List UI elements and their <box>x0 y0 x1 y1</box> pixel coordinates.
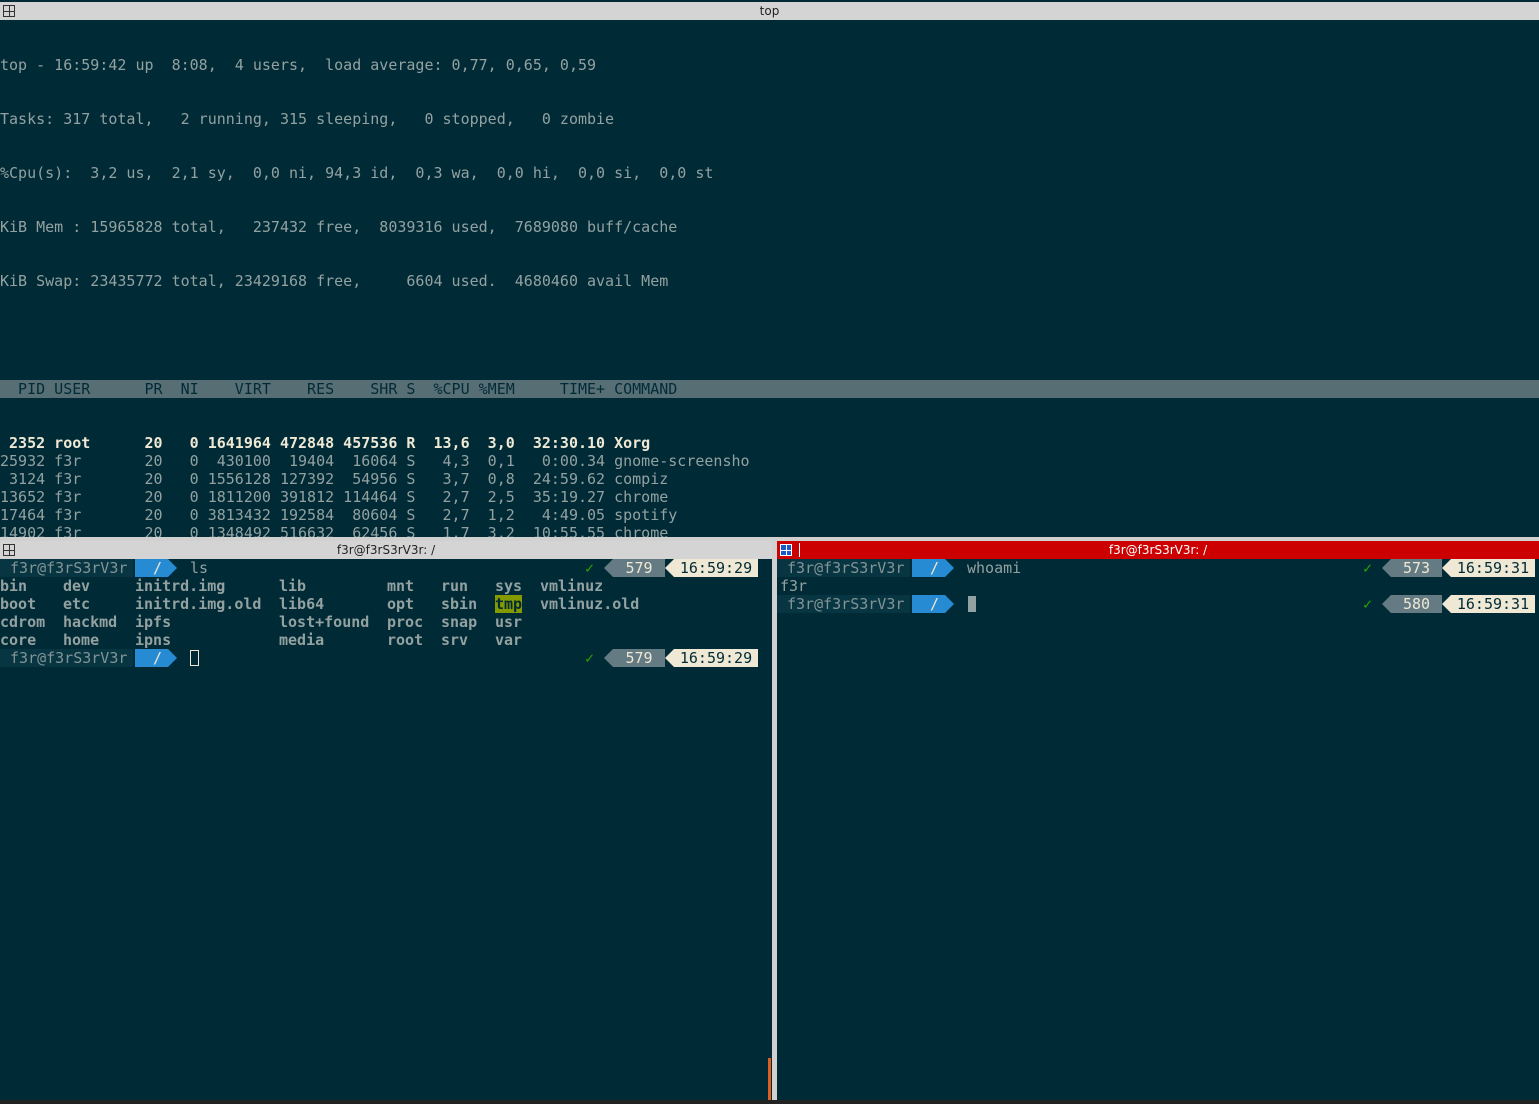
left-prompt-1: f3r@f3rS3rV3r / ls ✓ 579 16:59:29 <box>0 559 768 577</box>
prompt-user: f3r@f3rS3rV3r <box>0 649 134 667</box>
terminal-cursor <box>190 650 199 666</box>
ls-entry: proc <box>387 613 424 631</box>
checkmark-icon: ✓ <box>1363 559 1373 577</box>
checkmark-icon: ✓ <box>585 649 595 667</box>
left-prompt-2: f3r@f3rS3rV3r / ✓ 579 16:59:29 <box>0 649 768 667</box>
ls-entry: sbin <box>441 595 478 613</box>
ls-entry: boot <box>0 595 37 613</box>
ls-entry: vmlinuz.old <box>540 595 640 613</box>
prompt-dir: / <box>912 595 955 613</box>
process-list: 2352 root 20 0 1641964 472848 457536 R 1… <box>0 434 1539 537</box>
ls-entry: lib <box>279 577 307 595</box>
ls-entry: sys <box>495 577 523 595</box>
right-prompt-1: f3r@f3rS3rV3r / whoami ✓ 573 16:59:31 <box>777 559 1539 577</box>
prompt-time: 16:59:31 <box>1442 559 1535 577</box>
titlebar-separator <box>799 543 800 557</box>
ls-entry: initrd.img.old <box>135 595 262 613</box>
window-menu-icon[interactable] <box>3 544 15 556</box>
prompt-time: 16:59:29 <box>665 649 758 667</box>
right-terminal-titlebar[interactable]: f3r@f3rS3rV3r: / <box>777 541 1539 559</box>
ls-entry: root <box>387 631 424 649</box>
right-prompt-2: f3r@f3rS3rV3r / ✓ 580 16:59:31 <box>777 595 1539 613</box>
top-window-title: top <box>759 4 780 18</box>
ls-entry: lib64 <box>279 595 325 613</box>
history-number: 580 <box>1382 595 1442 613</box>
desktop: top top - 16:59:42 up 8:08, 4 users, loa… <box>0 0 1539 1104</box>
swap-line: KiB Swap: 23435772 total, 23429168 free,… <box>0 272 669 290</box>
ls-entry: lost+found <box>279 613 370 631</box>
window-menu-icon[interactable] <box>3 5 15 17</box>
ls-entry: ipns <box>135 631 172 649</box>
mem-line: KiB Mem : 15965828 total, 237432 free, 8… <box>0 218 678 236</box>
terminal-cursor <box>968 596 976 612</box>
prompt-command: whoami <box>967 559 1022 577</box>
ls-entry: var <box>495 631 523 649</box>
ls-entry: srv <box>441 631 469 649</box>
ls-entry: bin <box>0 577 28 595</box>
ls-entry: mnt <box>387 577 415 595</box>
process-row: 17464 f3r 20 0 3813432 192584 80604 S 2,… <box>0 506 678 524</box>
history-number: 573 <box>1382 559 1442 577</box>
left-terminal-title: f3r@f3rS3rV3r: / <box>336 543 436 557</box>
process-row: 14902 f3r 20 0 1348492 516632 62456 S 1,… <box>0 524 669 537</box>
ls-entry: usr <box>495 613 523 631</box>
prompt-dir: / <box>912 559 955 577</box>
left-terminal[interactable]: f3r@f3rS3rV3r / ls ✓ 579 16:59:29 bin dev… <box>0 559 768 1100</box>
ls-entry: snap <box>441 613 478 631</box>
top-terminal[interactable]: top - 16:59:42 up 8:08, 4 users, load av… <box>0 20 1539 537</box>
ls-entry: media <box>279 631 325 649</box>
ls-entry: hackmd <box>63 613 118 631</box>
ls-entry: dev <box>63 577 91 595</box>
right-terminal[interactable]: f3r@f3rS3rV3r / whoami ✓ 573 16:59:31 f3… <box>777 559 1539 1100</box>
tasks-line: Tasks: 317 total, 2 running, 315 sleepin… <box>0 110 615 128</box>
command-output: f3r <box>780 577 808 595</box>
ls-entry: core <box>0 631 37 649</box>
bottom-panel <box>0 1100 1539 1104</box>
top-window-titlebar[interactable]: top <box>0 2 1539 20</box>
prompt-user: f3r@f3rS3rV3r <box>777 595 911 613</box>
prompt-time: 16:59:31 <box>1442 595 1535 613</box>
process-table-header: PID USER PR NI VIRT RES SHR S %CPU %MEM … <box>0 380 1539 398</box>
checkmark-icon: ✓ <box>585 559 595 577</box>
prompt-command: ls <box>190 559 209 577</box>
history-number: 579 <box>604 559 665 577</box>
prompt-user: f3r@f3rS3rV3r <box>0 559 134 577</box>
process-row: 25932 f3r 20 0 430100 19404 16064 S 4,3 … <box>0 452 750 470</box>
checkmark-icon: ✓ <box>1363 595 1373 613</box>
process-row: 2352 root 20 0 1641964 472848 457536 R 1… <box>0 434 651 452</box>
ls-entry: initrd.img <box>135 577 226 595</box>
ls-entry: etc <box>63 595 91 613</box>
prompt-time: 16:59:29 <box>665 559 758 577</box>
ls-entry: cdrom <box>0 613 46 631</box>
ls-entry: ipfs <box>135 613 172 631</box>
process-row: 13652 f3r 20 0 1811200 391812 114464 S 2… <box>0 488 669 506</box>
cpu-line: %Cpu(s): 3,2 us, 2,1 sy, 0,0 ni, 94,3 id… <box>0 164 714 182</box>
ls-entry: tmp <box>495 595 523 613</box>
uptime-line: top - 16:59:42 up 8:08, 4 users, load av… <box>0 56 597 74</box>
history-number: 579 <box>604 649 665 667</box>
prompt-dir: / <box>135 649 178 667</box>
left-terminal-titlebar[interactable]: f3r@f3rS3rV3r: / <box>0 541 772 559</box>
prompt-dir: / <box>135 559 178 577</box>
ls-entry: home <box>63 631 100 649</box>
ls-output: bin dev initrd.img lib mnt run sys vmlinuz boot e… <box>0 577 768 649</box>
ls-entry: vmlinuz <box>540 577 604 595</box>
ls-entry: run <box>441 577 469 595</box>
prompt-user: f3r@f3rS3rV3r <box>777 559 911 577</box>
process-row: 3124 f3r 20 0 1556128 127392 54956 S 3,7… <box>0 470 669 488</box>
ls-entry: opt <box>387 595 415 613</box>
right-terminal-title: f3r@f3rS3rV3r: / <box>1108 543 1208 557</box>
window-menu-icon[interactable] <box>780 544 792 556</box>
left-terminal-scrollbar[interactable] <box>768 1058 771 1100</box>
